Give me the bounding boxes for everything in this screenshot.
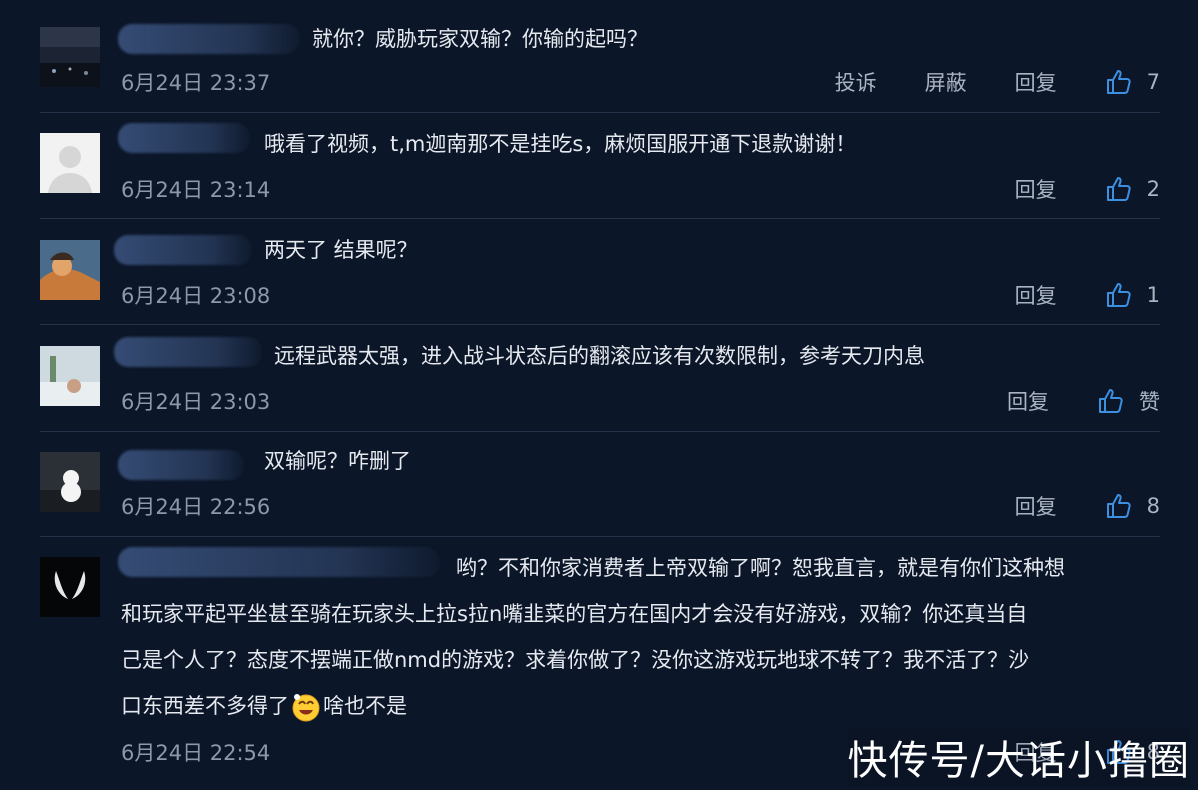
avatar[interactable] xyxy=(40,452,100,512)
comment-text-line: 己是个人了？态度不摆端正做nmd的游戏？求着你做了？没你这游戏玩地球不转了？我不… xyxy=(121,648,1030,672)
comment-time: 6月24日 23:14 xyxy=(121,178,271,202)
comment-item: 就你？威胁玩家双输？你输的起吗？ 6月24日 23:37 投诉 屏蔽 回复 7 xyxy=(0,0,1198,112)
block-button[interactable]: 屏蔽 xyxy=(925,67,967,97)
comment-text: 两天了 结果呢？ xyxy=(264,238,418,262)
comment-actions: 投诉 屏蔽 回复 7 xyxy=(835,67,1160,97)
reply-button[interactable]: 回复 xyxy=(1015,174,1057,204)
like-count: 8 xyxy=(1146,494,1160,518)
comment-time: 6月24日 23:37 xyxy=(121,71,271,95)
comment-text-segment: 口东西差不多得了 xyxy=(121,694,289,718)
thumbs-up-icon xyxy=(1099,389,1123,413)
comment-item: 两天了 结果呢？ 6月24日 23:08 回复 1 xyxy=(0,219,1198,324)
username-blurred[interactable] xyxy=(114,235,252,265)
report-button[interactable]: 投诉 xyxy=(835,67,877,97)
comment-text: 就你？威胁玩家双输？你输的起吗？ xyxy=(312,27,648,51)
comment-time: 6月24日 22:56 xyxy=(121,495,271,519)
reply-button[interactable]: 回复 xyxy=(1007,386,1049,416)
like-button[interactable]: 8 xyxy=(1105,492,1160,520)
like-count: 2 xyxy=(1146,177,1160,201)
comment-list: 就你？威胁玩家双输？你输的起吗？ 6月24日 23:37 投诉 屏蔽 回复 7 … xyxy=(0,0,1198,790)
username-blurred[interactable] xyxy=(118,123,250,153)
username-blurred[interactable] xyxy=(118,547,440,577)
comment-text-line: 和玩家平起平坐甚至骑在玩家头上拉s拉n嘴韭菜的官方在国内才会没有好游戏，双输？你… xyxy=(121,602,1028,626)
comment-time: 6月24日 23:03 xyxy=(121,390,271,414)
reply-button[interactable]: 回复 xyxy=(1015,280,1057,310)
thumbs-up-icon xyxy=(1106,177,1131,201)
avatar[interactable] xyxy=(40,27,100,87)
like-button[interactable]: 1 xyxy=(1105,281,1160,309)
comment-text-line: 口东西差不多得了 啥也不是 xyxy=(121,683,407,729)
like-count: 1 xyxy=(1146,283,1160,307)
comment-text: 双输呢？咋删了 xyxy=(264,449,411,473)
comment-item: 哦看了视频，t,m迦南那不是挂吃s，麻烦国服开通下退款谢谢！ 6月24日 23:… xyxy=(0,113,1198,218)
thumbs-up-icon xyxy=(1106,283,1131,307)
like-count: 7 xyxy=(1146,70,1160,94)
like-button[interactable]: 赞 xyxy=(1097,386,1160,416)
comment-actions: 回复 赞 xyxy=(1007,386,1160,416)
avatar[interactable] xyxy=(40,240,100,300)
comment-time: 6月24日 22:54 xyxy=(121,741,271,765)
avatar[interactable] xyxy=(40,346,100,406)
grinning-emoji-icon xyxy=(292,694,320,722)
comment-actions: 回复 2 xyxy=(1015,174,1160,204)
like-count: 赞 xyxy=(1139,390,1160,414)
comment-text: 远程武器太强，进入战斗状态后的翻滚应该有次数限制，参考天刀内息 xyxy=(274,344,925,368)
username-blurred[interactable] xyxy=(118,450,244,480)
comment-actions: 回复 8 xyxy=(1015,491,1160,521)
avatar[interactable] xyxy=(40,557,100,617)
username-blurred[interactable] xyxy=(118,24,300,54)
reply-button[interactable]: 回复 xyxy=(1015,491,1057,521)
like-button[interactable]: 2 xyxy=(1105,175,1160,203)
like-button[interactable]: 7 xyxy=(1105,68,1160,96)
comment-item: 远程武器太强，进入战斗状态后的翻滚应该有次数限制，参考天刀内息 6月24日 23… xyxy=(0,325,1198,431)
reply-button[interactable]: 回复 xyxy=(1015,67,1057,97)
comment-text-line: 哟？不和你家消费者上帝双输了啊？恕我直言，就是有你们这种想 xyxy=(456,556,1065,580)
username-blurred[interactable] xyxy=(114,337,262,367)
comment-text-segment: 啥也不是 xyxy=(323,694,407,718)
thumbs-up-icon xyxy=(1106,70,1131,94)
comment-text: 哦看了视频，t,m迦南那不是挂吃s，麻烦国服开通下退款谢谢！ xyxy=(264,132,857,156)
thumbs-up-icon xyxy=(1106,494,1131,518)
watermark: 快传号/大话小撸圈 xyxy=(847,728,1190,786)
comment-item: 双输呢？咋删了 6月24日 22:56 回复 8 xyxy=(0,432,1198,536)
avatar[interactable] xyxy=(40,133,100,193)
comment-actions: 回复 1 xyxy=(1015,280,1160,310)
comment-time: 6月24日 23:08 xyxy=(121,284,271,308)
